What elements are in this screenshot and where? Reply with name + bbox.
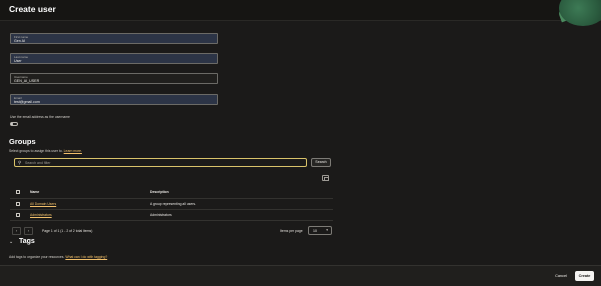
groups-table: Name Description All Domain Users A grou… [10,187,333,221]
table-header-row: Name Description [10,187,333,199]
column-header-name: Name [30,190,40,194]
tags-description: Add tags to organize your resources. Wha… [9,255,107,259]
page-footer: Cancel Create [0,265,601,286]
use-email-toggle[interactable] [10,122,18,126]
search-placeholder: Search and filter [25,161,51,165]
cancel-button[interactable]: Cancel [551,271,571,281]
use-email-toggle-label: Use the email address as the username [10,115,70,119]
search-button[interactable]: Search [311,158,331,167]
select-all-checkbox[interactable] [16,190,20,194]
last-name-field[interactable]: Last name User [10,53,218,64]
page-header: Create user [0,0,601,26]
chevron-down-icon: ▾ [326,228,328,232]
last-name-value: User [14,59,22,63]
tags-heading[interactable]: Tags [19,238,35,245]
groups-learn-more-link[interactable]: Learn more. [64,149,82,153]
items-per-page-label: Items per page [280,229,303,233]
items-per-page-select[interactable]: 10 ▾ [308,226,332,235]
create-button[interactable]: Create [575,271,594,281]
search-icon: ⚲ [18,160,22,165]
row-checkbox[interactable] [16,202,20,206]
items-per-page-value: 10 [313,229,317,233]
group-description: Administrators [150,213,172,217]
previous-page-button[interactable]: ‹ [12,227,21,235]
groups-description-text: Select groups to assign this user to. [9,149,63,153]
username-value: GEN_AI_USER [14,79,40,83]
group-name-link[interactable]: All Domain Users [30,202,56,206]
group-name-link[interactable]: Administrators [30,213,52,217]
column-header-description: Description [150,190,169,194]
first-name-field[interactable]: First name Gen AI [10,33,218,44]
email-field[interactable]: Email test@gmail.com [10,94,218,105]
username-field[interactable]: Username GEN_AI_USER [10,73,218,84]
table-row: All Domain Users A group representing al… [10,199,333,210]
groups-description: Select groups to assign this user to. Le… [9,149,82,153]
next-page-button[interactable]: › [24,227,33,235]
table-pagination: ‹ › Page 1 of 1 (1 - 2 of 2 total items)… [10,226,333,238]
groups-search-input[interactable]: ⚲ Search and filter [14,158,307,167]
pagination-info: Page 1 of 1 (1 - 2 of 2 total items) [42,229,93,233]
table-row: Administrators Administrators [10,210,333,221]
decorative-leaf-icon [559,0,601,26]
email-value: test@gmail.com [14,100,40,104]
groups-heading: Groups [9,137,36,146]
row-checkbox[interactable] [16,213,20,217]
tags-collapse-chevron-icon[interactable]: ⌄ [9,239,13,245]
tags-help-link[interactable]: What can I do with tagging? [65,255,107,259]
column-settings-icon[interactable] [322,175,329,181]
group-description: A group representing all users. [150,202,196,206]
tags-description-text: Add tags to organize your resources. [9,255,65,259]
first-name-value: Gen AI [14,39,25,43]
page-title: Create user [9,4,56,14]
toggle-knob [11,123,13,125]
